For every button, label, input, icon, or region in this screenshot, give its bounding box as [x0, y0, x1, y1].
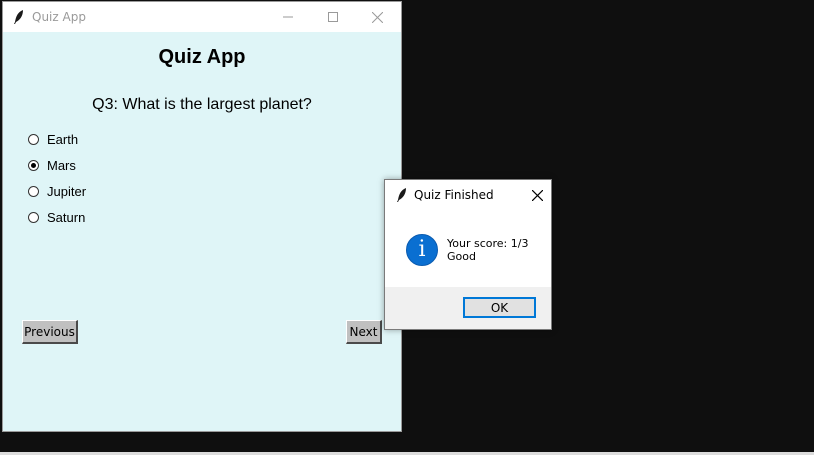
radio-button[interactable] [28, 185, 39, 197]
info-icon: i [406, 234, 438, 266]
option-label: Jupiter [47, 183, 87, 199]
dialog-titlebar[interactable]: Quiz Finished [385, 180, 551, 210]
close-button[interactable] [355, 2, 400, 32]
radio-button-selected[interactable] [28, 159, 39, 171]
app-heading: Quiz App [158, 46, 246, 68]
quiz-app-window: Quiz App Quiz App Q3: What is the larges… [2, 1, 402, 432]
rating-text: Good [447, 250, 476, 263]
minimize-icon [282, 16, 293, 18]
dialog-footer: OK [385, 287, 551, 329]
dialog-title: Quiz Finished [414, 188, 494, 202]
option-saturn[interactable]: Saturn [28, 207, 85, 227]
previous-button[interactable]: Previous [22, 320, 78, 344]
window-title: Quiz App [32, 10, 86, 24]
close-icon [372, 11, 383, 23]
dialog-close-button[interactable] [529, 187, 545, 203]
score-text: Your score: 1/3 [447, 237, 529, 250]
option-jupiter[interactable]: Jupiter [28, 181, 86, 201]
feather-icon [14, 10, 23, 24]
minimize-button[interactable] [265, 2, 310, 32]
feather-icon [397, 188, 406, 202]
option-label: Earth [47, 131, 79, 147]
option-mars[interactable]: Mars [28, 155, 76, 175]
maximize-button[interactable] [310, 2, 355, 32]
radio-button[interactable] [28, 211, 39, 223]
option-label: Mars [47, 157, 76, 173]
close-icon [531, 189, 543, 201]
question-text: Q3: What is the largest planet? [92, 96, 312, 113]
option-label: Saturn [47, 209, 86, 225]
window-titlebar[interactable]: Quiz App [3, 2, 401, 32]
quiz-finished-dialog: Quiz Finished i Your score: 1/3 Good OK [384, 179, 552, 330]
dialog-message: Your score: 1/3 Good [447, 237, 528, 263]
ok-button[interactable]: OK [463, 297, 536, 318]
radio-button[interactable] [28, 133, 39, 145]
maximize-icon [327, 12, 338, 22]
next-button[interactable]: Next [346, 320, 382, 344]
option-earth[interactable]: Earth [28, 129, 78, 149]
